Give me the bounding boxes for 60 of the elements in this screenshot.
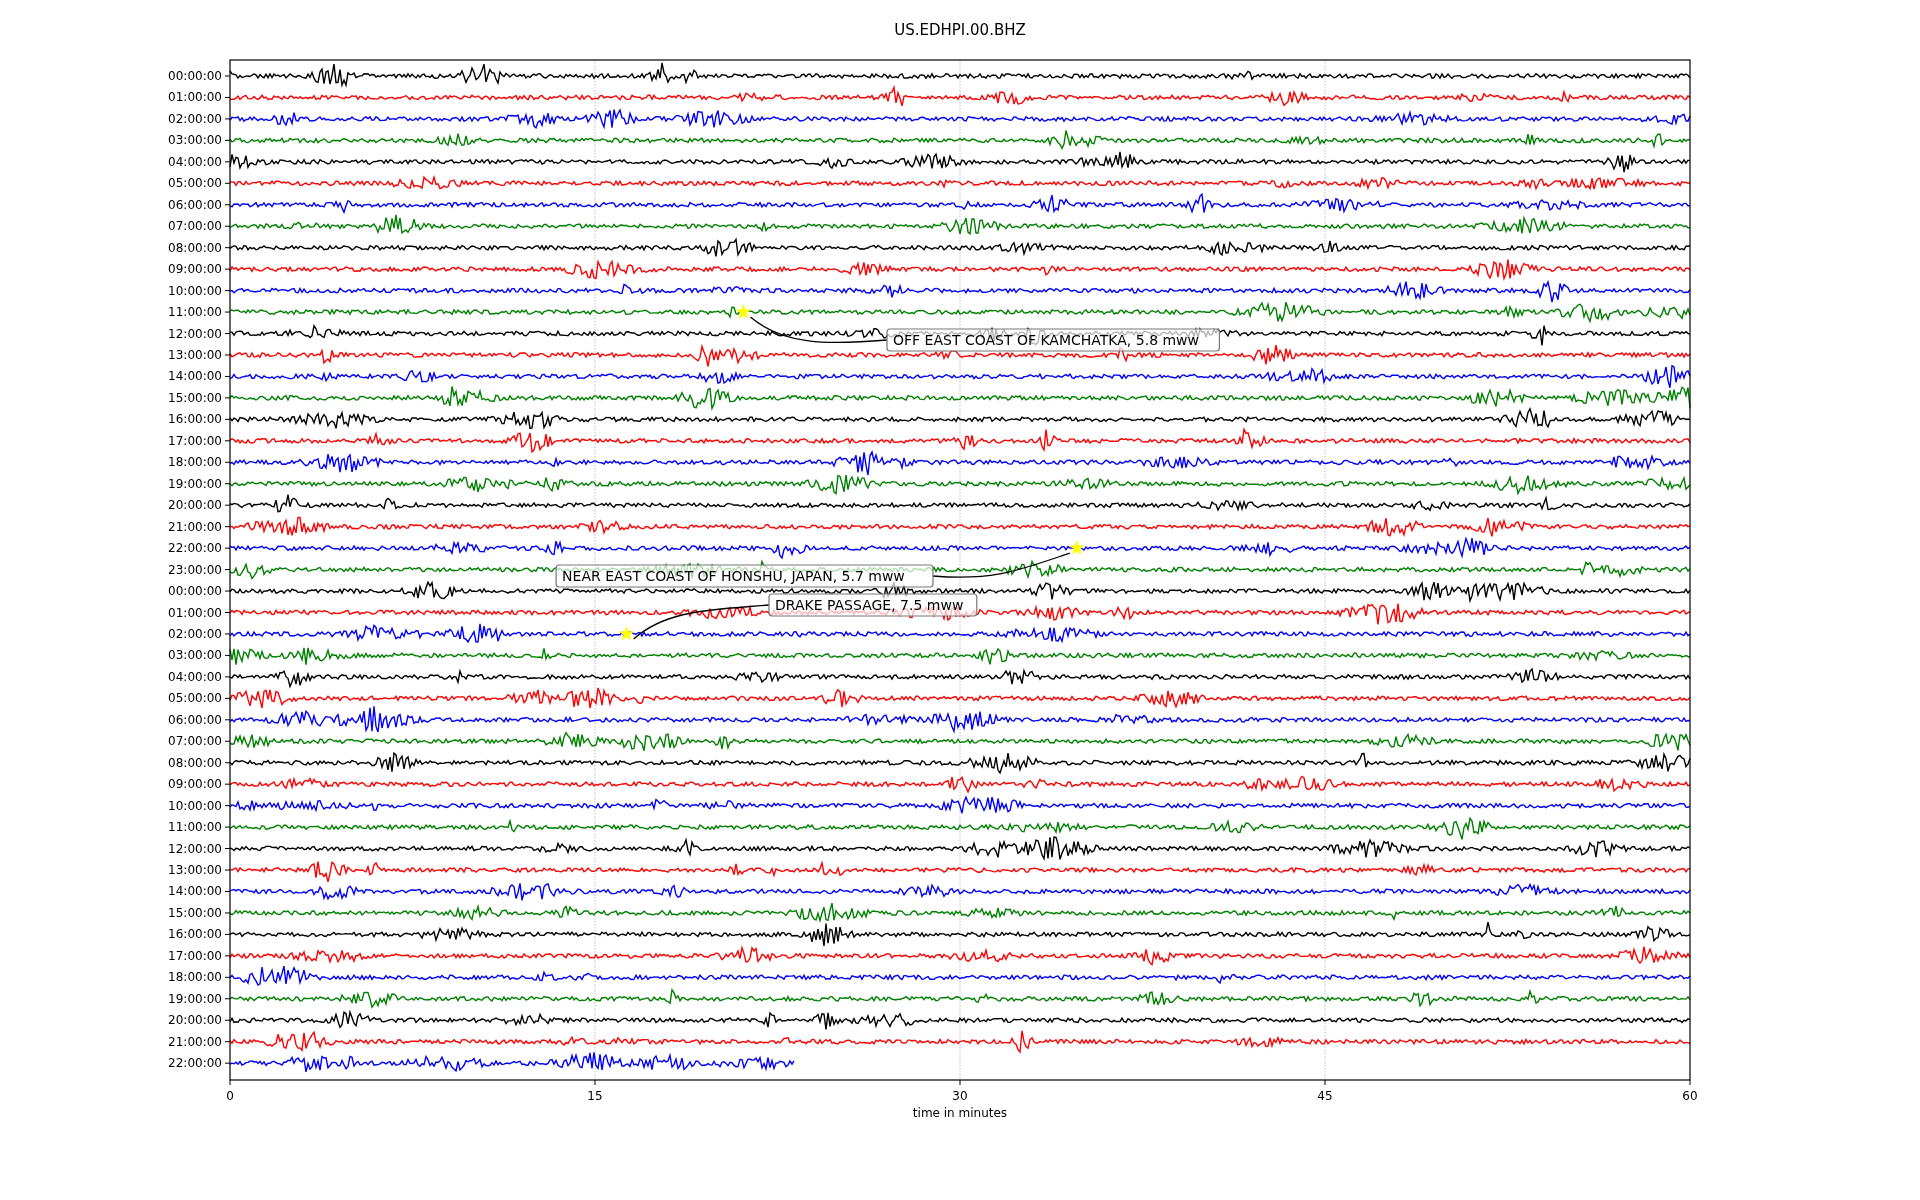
star-icon <box>1069 540 1085 555</box>
time-label: 21:00:00 <box>168 1034 222 1049</box>
time-label: 19:00:00 <box>168 476 222 491</box>
plot-title: US.EDHPI.00.BHZ <box>894 21 1026 39</box>
time-label: 11:00:00 <box>168 820 222 835</box>
time-label: 15:00:00 <box>168 905 222 920</box>
time-label: 06:00:00 <box>168 712 222 727</box>
time-label: 14:00:00 <box>168 369 222 384</box>
event-label: OFF EAST COAST OF KAMCHATKA, 5.8 mww <box>886 328 1220 352</box>
time-label: 12:00:00 <box>168 326 222 341</box>
time-label: 04:00:00 <box>168 669 222 684</box>
time-label: 07:00:00 <box>168 219 222 234</box>
time-label: 09:00:00 <box>168 262 222 277</box>
time-label: 02:00:00 <box>168 111 222 126</box>
time-label: 05:00:00 <box>168 691 222 706</box>
time-label: 10:00:00 <box>168 283 222 298</box>
time-label: 02:00:00 <box>168 626 222 641</box>
time-label: 08:00:00 <box>168 755 222 770</box>
time-label: 22:00:00 <box>168 541 222 556</box>
time-label: 07:00:00 <box>168 734 222 749</box>
time-label: 06:00:00 <box>168 197 222 212</box>
star-icon <box>735 304 751 319</box>
time-label: 00:00:00 <box>168 69 222 83</box>
event-label: NEAR EAST COAST OF HONSHU, JAPAN, 5.7 mww <box>555 564 934 588</box>
tick-label: 0 <box>226 1089 234 1103</box>
time-label: 01:00:00 <box>168 605 222 620</box>
time-label: 17:00:00 <box>168 948 222 963</box>
time-label: 08:00:00 <box>168 240 222 255</box>
time-label: 03:00:00 <box>168 648 222 663</box>
axis-title: time in minutes <box>912 1106 1008 1120</box>
time-label: 18:00:00 <box>168 970 222 985</box>
time-label: 12:00:00 <box>168 841 222 856</box>
tick-label: 30 <box>952 1089 968 1103</box>
time-label: 03:00:00 <box>168 133 222 148</box>
tick-label: 15 <box>587 1089 603 1103</box>
tick-label: 45 <box>1317 1089 1333 1103</box>
time-label: 18:00:00 <box>168 455 222 470</box>
time-label: 05:00:00 <box>168 176 222 191</box>
event-label: DRAKE PASSAGE, 7.5 mww <box>768 593 978 617</box>
time-label: 22:00:00 <box>168 1056 222 1071</box>
time-label: 11:00:00 <box>168 305 222 320</box>
time-label: 19:00:00 <box>168 991 222 1006</box>
time-label: 09:00:00 <box>168 777 222 792</box>
tick-label: 60 <box>1682 1089 1698 1103</box>
time-label: 13:00:00 <box>168 348 222 362</box>
time-label: 17:00:00 <box>168 433 222 448</box>
time-label: 01:00:00 <box>168 90 222 105</box>
time-label: 20:00:00 <box>168 1013 222 1028</box>
time-label: 16:00:00 <box>168 927 222 942</box>
time-label: 13:00:00 <box>168 863 222 877</box>
time-label: 16:00:00 <box>168 412 222 427</box>
time-label: 04:00:00 <box>168 154 222 169</box>
time-label: 14:00:00 <box>168 884 222 899</box>
time-label: 00:00:00 <box>168 584 222 599</box>
time-label: 23:00:00 <box>168 562 222 577</box>
time-label: 10:00:00 <box>168 798 222 813</box>
time-label: 15:00:00 <box>168 390 222 405</box>
time-label: 21:00:00 <box>168 519 222 534</box>
star-icon <box>619 626 635 641</box>
time-label: 20:00:00 <box>168 498 222 513</box>
